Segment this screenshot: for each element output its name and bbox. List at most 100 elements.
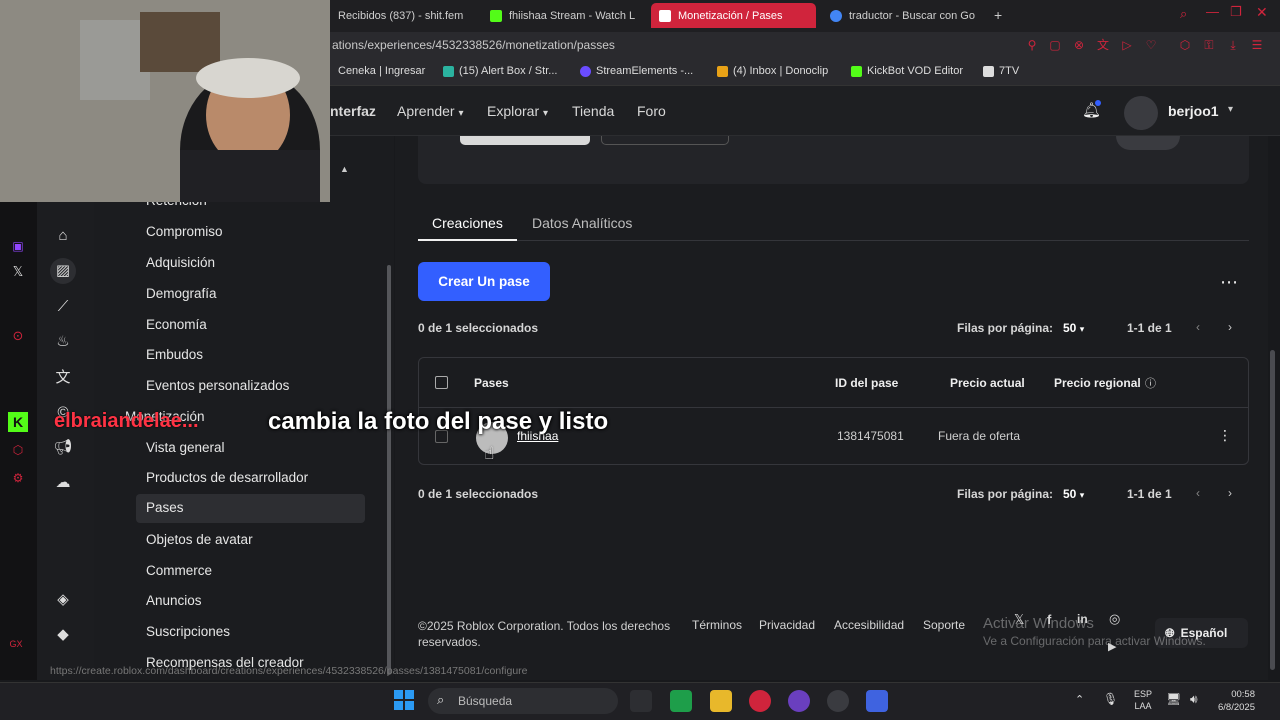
tab-divider [418,240,1249,241]
sidebar-item-productos[interactable]: Productos de desarrollador [146,470,308,485]
chevron-up-icon[interactable]: ▲ [340,164,349,174]
twitch-studio-icon[interactable] [788,690,810,712]
footer-link-terminos[interactable]: Términos [692,618,742,632]
info-icon[interactable]: ⓘ [1145,375,1156,391]
header-precio-regional: Precio regional [1054,376,1141,390]
windows-start-icon[interactable] [394,690,414,710]
select-all-checkbox[interactable] [435,376,448,389]
new-tab-icon[interactable]: + [994,7,1002,23]
sidebar-item-pases[interactable]: Pases [136,494,365,523]
language-indicator[interactable]: ESP LAA [1134,688,1152,712]
prev-page-icon[interactable]: ‹ [1196,486,1200,500]
nav-interfaz[interactable]: nterfaz [330,103,376,119]
translate-icon[interactable]: 文 [53,368,73,388]
sidebar-item-demografia[interactable]: Demografía [146,286,217,301]
row-menu-icon[interactable]: ⋮ [1218,427,1232,444]
minimize-icon[interactable]: — [1206,4,1219,19]
block-icon[interactable]: ⊗ [1072,38,1086,52]
instagram-icon[interactable]: ◎ [1109,611,1120,627]
analytics-icon[interactable]: ⟋ [53,297,73,317]
header-id: ID del pase [835,376,899,390]
tab-google[interactable]: traductor - Buscar con Go [822,3,987,28]
nav-tienda[interactable]: Tienda [572,103,614,119]
bookmark-item[interactable]: KickBot VOD Editor [851,65,963,77]
footer-link-soporte[interactable]: Soporte [923,618,965,632]
bookmark-item[interactable]: (15) Alert Box / Str... [443,65,557,77]
sidebar-item-anuncios[interactable]: Anuncios [146,593,202,608]
translate-icon[interactable]: 文 [1096,38,1110,52]
search-icon[interactable]: ⌕ [1180,6,1187,22]
sidebar-item-compromiso[interactable]: Compromiso [146,224,223,239]
menu-icon[interactable]: ☰ [1250,38,1264,52]
pin-icon[interactable]: ⚲ [1025,38,1039,52]
chevron-down-icon[interactable]: ▾ [1228,104,1233,115]
opera-gx-icon[interactable] [749,690,771,712]
prev-page-icon[interactable]: ‹ [1196,320,1200,334]
sidebar-item-objetos-avatar[interactable]: Objetos de avatar [146,532,253,547]
download-icon[interactable]: ⤓ [1226,38,1240,52]
file-explorer-icon[interactable] [710,690,732,712]
network-icon[interactable]: 🖥︎ [1166,692,1181,706]
sidebar-item-vista-general[interactable]: Vista general [146,440,225,455]
tab-kick[interactable]: fhiishaa Stream - Watch L [482,3,642,28]
creations-icon[interactable]: ▨ [50,258,76,284]
main-scrollbar[interactable] [1270,350,1275,670]
tab-datos-analiticos[interactable]: Datos Analíticos [532,215,632,231]
sidebar-item-adquisicion[interactable]: Adquisición [146,255,215,270]
cloud-icon[interactable]: ☁ [53,473,73,493]
sidebar-item-embudos[interactable]: Embudos [146,347,203,362]
header-button[interactable] [460,136,590,145]
more-options-icon[interactable]: ⋯ [1220,272,1239,293]
maximize-icon[interactable]: ❐ [1230,4,1242,20]
taskbar-search[interactable] [428,688,618,714]
sidebar-item-economia[interactable]: Economía [146,317,207,332]
sidebar-scrollbar[interactable] [387,265,391,675]
bookmark-item[interactable]: 7TV [983,65,1019,77]
roblox-icon[interactable]: ◆ [53,625,73,645]
screenshot-icon[interactable]: ▢ [1048,38,1062,52]
nav-aprender[interactable]: Aprender ▾ [397,103,464,119]
bookmark-item[interactable]: Ceneka | Ingresar [338,65,425,77]
sidebar-item-eventos[interactable]: Eventos personalizados [146,378,289,393]
header-button-outline[interactable] [601,136,729,145]
clock[interactable]: 00:58 6/8/2025 [1218,688,1255,714]
close-icon[interactable]: ✕ [1256,4,1268,21]
nav-foro[interactable]: Foro [637,103,666,119]
sidebar-item-suscripciones[interactable]: Suscripciones [146,624,230,639]
rows-per-page-select[interactable]: 50 ▾ [1063,321,1084,335]
next-page-icon[interactable]: › [1228,486,1232,500]
microphone-icon[interactable]: 🎙︎ [1103,692,1118,706]
sidebar-item-commerce[interactable]: Commerce [146,563,212,578]
tab-monetizacion[interactable]: Monetización / Pases [651,3,816,28]
next-page-icon[interactable]: › [1228,320,1232,334]
mouse-cursor-icon: ☝ [484,444,495,463]
play-icon[interactable]: ▷ [1120,38,1134,52]
heart-icon[interactable]: ♡ [1144,38,1158,52]
lock-icon[interactable]: ⚿ [1202,38,1216,52]
create-pass-button[interactable]: Crear Un pase [418,262,550,301]
volume-icon[interactable]: 🔊︎ [1190,692,1198,707]
xbox-icon[interactable] [670,690,692,712]
rows-per-page-select-bottom[interactable]: 50 ▾ [1063,487,1084,501]
username[interactable]: berjoo1 [1168,103,1219,119]
home-icon[interactable]: ⌂ [53,226,73,246]
piggy-bank-icon[interactable]: ♨ [53,332,73,352]
footer-link-privacidad[interactable]: Privacidad [759,618,815,632]
bookmark-item[interactable]: StreamElements -... [580,65,693,77]
tab-creaciones[interactable]: Creaciones [432,215,503,231]
extensions-icon[interactable]: ⬡ [1178,38,1192,52]
footer-link-accesibilidad[interactable]: Accesibilidad [834,618,904,632]
avatar[interactable] [1124,96,1158,130]
task-view-icon[interactable] [630,690,652,712]
tab-gmail[interactable]: Recibidos (837) - shit.fem [330,3,480,28]
app-icon[interactable] [866,690,888,712]
rows-per-page-value: 50 [1063,321,1077,335]
chevron-up-icon[interactable]: ⌃ [1075,693,1084,706]
megaphone-icon[interactable]: 📢︎ [53,438,73,458]
url-field[interactable]: ations/experiences/4532338526/monetizati… [332,38,615,52]
obs-icon[interactable] [827,690,849,712]
nav-explorar[interactable]: Explorar ▾ [487,103,548,119]
bookmark-item[interactable]: (4) Inbox | Donoclip [717,65,828,77]
roblox-studio-icon[interactable]: ◈ [53,590,73,610]
lang-top: ESP [1134,689,1153,699]
